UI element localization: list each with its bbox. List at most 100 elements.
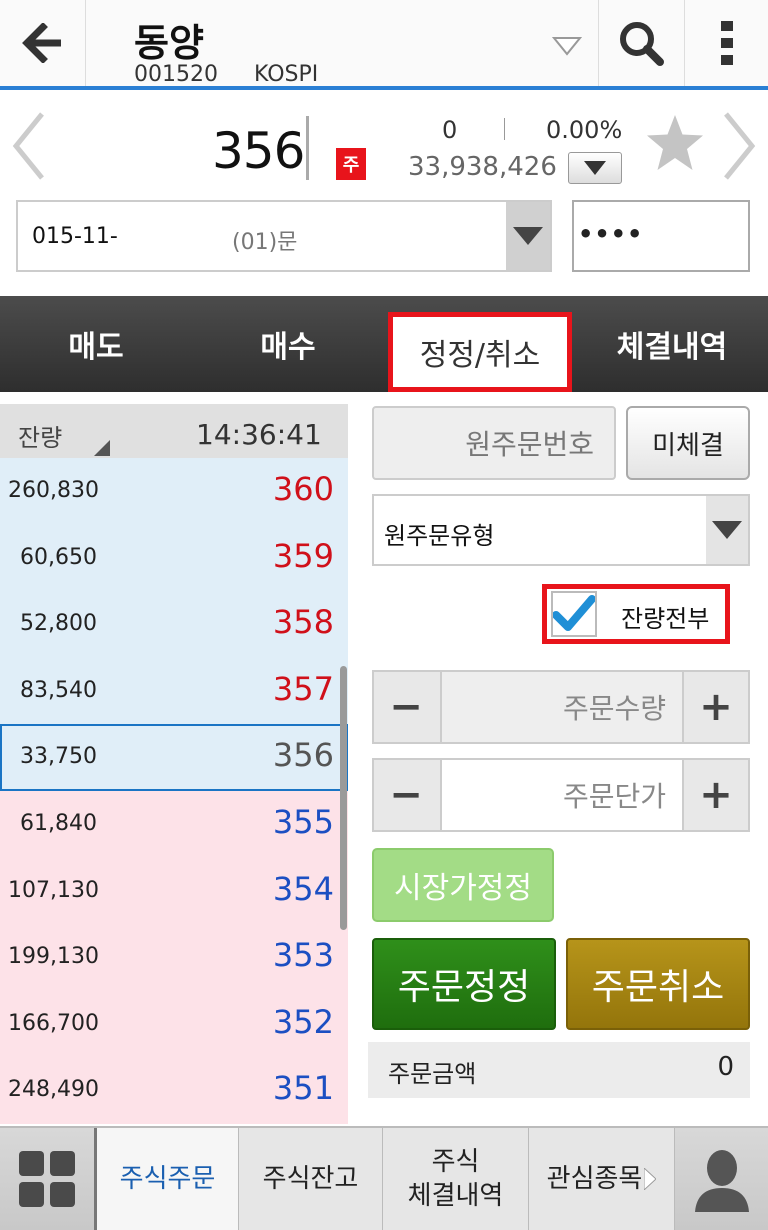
remaining-qty: 248,490	[8, 1077, 99, 1103]
more-vertical-icon	[720, 21, 733, 65]
expand-quote-button[interactable]	[568, 152, 622, 184]
bottom-nav: 주식주문 주식잔고 주식 체결내역 관심종목	[0, 1126, 768, 1230]
unfilled-orders-button[interactable]: 미체결	[626, 406, 750, 480]
order-book-row[interactable]: 107,130 354	[0, 857, 348, 925]
change-rate: 0.00%	[546, 116, 623, 144]
order-book-row[interactable]: 248,490 351	[0, 1057, 348, 1125]
scrollbar[interactable]	[340, 666, 347, 930]
order-book-header: 잔량 14:36:41	[0, 404, 348, 460]
quote-price: 353	[272, 936, 334, 975]
tab-buy[interactable]: 매수	[192, 296, 384, 392]
order-tabs: 매도 매수 체결내역	[0, 296, 768, 392]
account-type: (01)문	[232, 230, 298, 255]
stock-badge: 주	[336, 148, 366, 180]
chevron-down-icon[interactable]	[551, 36, 583, 60]
back-button[interactable]	[0, 0, 86, 86]
quantity-minus-button[interactable]: −	[374, 672, 438, 742]
order-book-row[interactable]: 83,540 357	[0, 657, 348, 725]
checkbox[interactable]	[551, 591, 597, 637]
cancel-order-button[interactable]: 주문취소	[566, 938, 750, 1030]
grid-menu-button[interactable]	[0, 1128, 94, 1230]
quote-price: 354	[272, 869, 334, 908]
remaining-qty: 260,830	[8, 478, 99, 503]
quote-price: 355	[272, 803, 334, 841]
account-dropdown-button[interactable]	[506, 202, 550, 270]
market-price-modify-button[interactable]: 시장가정정	[372, 848, 554, 922]
order-book-row[interactable]: 199,130 353	[0, 924, 348, 992]
order-amount-row: 주문금액 0	[368, 1042, 750, 1098]
nav-stock-order[interactable]: 주식주문	[94, 1128, 238, 1230]
original-order-type-select[interactable]: 원주문유형	[372, 494, 750, 566]
price-minus-button[interactable]: −	[374, 760, 438, 830]
account-selector[interactable]: 015-11- (01)문	[16, 200, 552, 272]
stock-market: KOSPI	[254, 62, 319, 87]
password-field[interactable]: ••••	[572, 200, 750, 272]
order-amount-label: 주문금액	[388, 1060, 477, 1088]
stock-order-screen: 동양 001520 KOSPI 356 주 0 0.00% 33,938,426…	[0, 0, 768, 1230]
header: 동양 001520 KOSPI	[0, 0, 768, 90]
nav-stock-executions[interactable]: 주식 체결내역	[382, 1128, 528, 1230]
modify-order-button[interactable]: 주문정정	[372, 938, 556, 1030]
sort-corner-icon	[94, 440, 110, 456]
all-remaining-label: 잔량전부	[621, 605, 710, 633]
favorite-star-icon[interactable]	[644, 112, 706, 178]
remaining-qty: 199,130	[8, 944, 99, 970]
original-order-number-field[interactable]: 원주문번호	[372, 406, 616, 480]
remaining-qty: 107,130	[8, 877, 99, 903]
order-book-row[interactable]: 260,830 360	[0, 458, 348, 525]
caret-down-icon	[712, 521, 742, 539]
user-profile-button[interactable]	[674, 1128, 768, 1230]
user-icon	[694, 1150, 749, 1212]
chevron-right-icon	[644, 1168, 657, 1190]
price-input[interactable]: 주문단가	[440, 760, 684, 830]
caret-down-icon	[584, 161, 606, 175]
all-remaining-checkbox[interactable]: 잔량전부	[542, 584, 730, 644]
order-type-dropdown-button[interactable]	[706, 496, 748, 564]
checkmark-icon	[553, 595, 595, 631]
order-book-row[interactable]: 52,800 358	[0, 591, 348, 659]
quantity-input[interactable]: 주문수량	[440, 672, 684, 742]
tab-executions[interactable]: 체결내역	[576, 296, 768, 392]
remaining-qty-label[interactable]: 잔량	[18, 418, 62, 453]
remaining-qty: 52,800	[20, 611, 97, 637]
quote-price: 360	[272, 470, 334, 508]
remaining-qty: 60,650	[20, 544, 97, 570]
nav-stock-balance[interactable]: 주식잔고	[238, 1128, 382, 1230]
tab-sell[interactable]: 매도	[0, 296, 192, 392]
order-book: 잔량 14:36:41 260,830 360 60,650 359 52,800 358…	[0, 404, 348, 1126]
tab-modify-cancel[interactable]: 정정/취소	[388, 312, 572, 392]
more-menu-button[interactable]	[684, 0, 768, 86]
current-price: 356	[212, 122, 305, 180]
divider	[504, 118, 505, 140]
quantity-plus-button[interactable]: +	[684, 672, 748, 742]
prev-stock-chevron-icon[interactable]	[12, 112, 46, 184]
remaining-qty: 33,750	[20, 744, 97, 770]
nav-watchlist[interactable]: 관심종목	[528, 1128, 674, 1230]
quantity-stepper: − 주문수량 +	[372, 670, 750, 744]
quote-price: 351	[272, 1069, 334, 1108]
original-order-type-label: 원주문유형	[384, 522, 495, 550]
quote-price: 358	[272, 603, 334, 642]
remaining-qty: 61,840	[20, 811, 97, 836]
search-button[interactable]	[598, 0, 682, 86]
quote-price: 359	[272, 536, 334, 575]
quote-price: 356	[272, 736, 334, 775]
price-change: 0	[442, 116, 458, 144]
remaining-qty: 166,700	[8, 1010, 99, 1036]
quote-price: 357	[272, 669, 334, 708]
divider	[306, 116, 309, 180]
order-book-row[interactable]: 61,840 355	[0, 791, 348, 858]
order-amount-value: 0	[717, 1052, 734, 1082]
trade-volume: 33,938,426	[408, 152, 557, 182]
price-plus-button[interactable]: +	[684, 760, 748, 830]
stock-name[interactable]: 동양	[134, 12, 204, 67]
order-book-row[interactable]: 60,650 359	[0, 524, 348, 592]
quote-price: 352	[272, 1002, 334, 1041]
back-arrow-icon	[21, 23, 61, 63]
order-book-row[interactable]: 166,700 352	[0, 990, 348, 1058]
grid-icon	[19, 1151, 75, 1207]
order-book-row-current[interactable]: 33,750 356	[0, 724, 348, 792]
account-number: 015-11-	[32, 224, 118, 249]
remaining-qty: 83,540	[20, 677, 97, 703]
next-stock-chevron-icon[interactable]	[722, 112, 756, 184]
